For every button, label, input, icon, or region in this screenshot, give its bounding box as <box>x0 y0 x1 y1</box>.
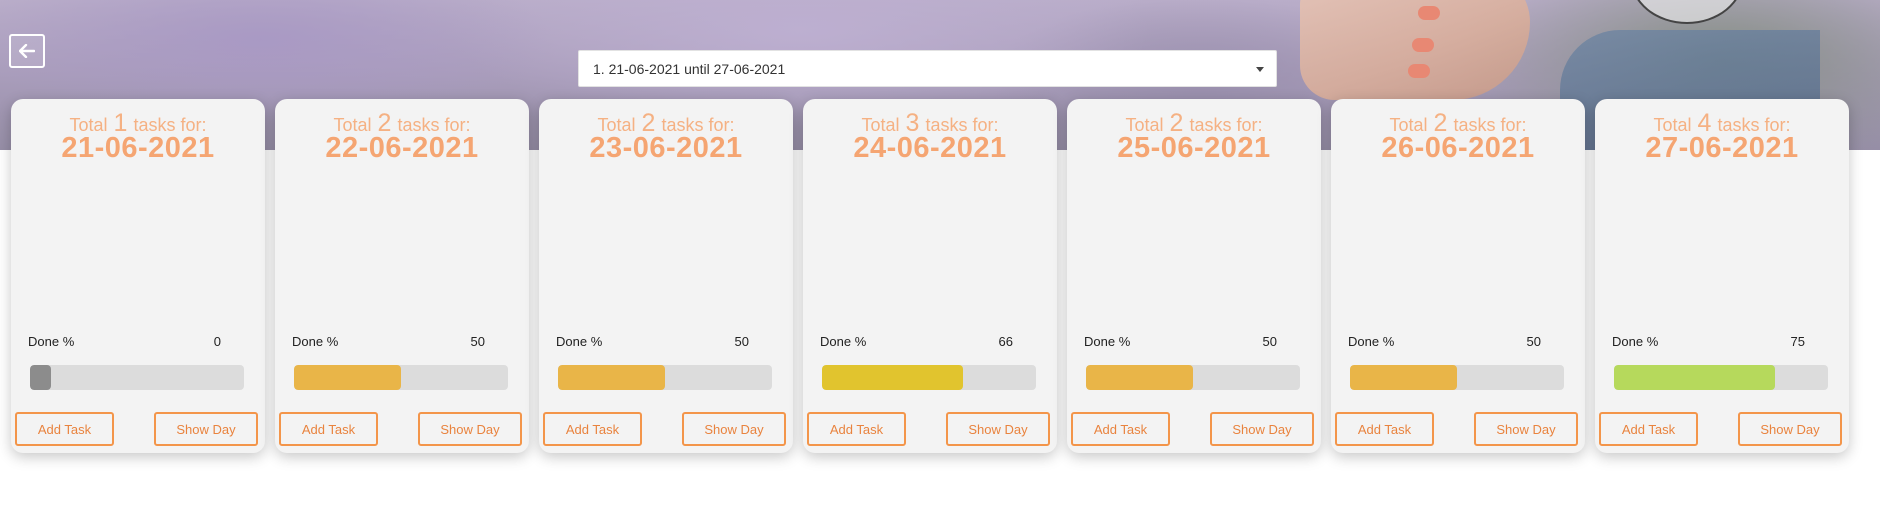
done-percent-label: Done % <box>1612 334 1659 349</box>
day-card: Total 2 tasks for: 22-06-2021 Done % 50 Add Ta… <box>275 99 529 453</box>
show-day-button[interactable]: Show Day <box>1738 412 1842 446</box>
day-date: 26-06-2021 <box>1381 132 1535 164</box>
progress-bar <box>1614 365 1828 390</box>
add-task-button[interactable]: Add Task <box>15 412 114 446</box>
back-arrow-icon <box>19 44 35 58</box>
day-card: Total 3 tasks for: 24-06-2021 Done % 66 Add Ta… <box>803 99 1057 453</box>
show-day-button[interactable]: Show Day <box>1210 412 1314 446</box>
week-select-value: 1. 21-06-2021 until 27-06-2021 <box>593 60 786 77</box>
show-day-button[interactable]: Show Day <box>946 412 1050 446</box>
day-date: 22-06-2021 <box>325 132 479 164</box>
day-date: 27-06-2021 <box>1645 132 1799 164</box>
done-percent-label: Done % <box>820 334 867 349</box>
progress-bar-fill <box>30 365 52 390</box>
day-date: 24-06-2021 <box>853 132 1007 164</box>
show-day-button[interactable]: Show Day <box>418 412 522 446</box>
progress-bar-fill <box>1086 365 1193 390</box>
progress-bar-fill <box>294 365 401 390</box>
progress-bar <box>1086 365 1300 390</box>
done-percent-label: Done % <box>556 334 603 349</box>
progress-bar <box>294 365 508 390</box>
day-card: Total 1 tasks for: 21-06-2021 Done % 0 Add Tas… <box>11 99 265 453</box>
done-percent-value: 50 <box>1262 334 1277 349</box>
progress-bar <box>558 365 772 390</box>
day-card: Total 2 tasks for: 25-06-2021 Done % 50 Add Ta… <box>1067 99 1321 453</box>
show-day-button[interactable]: Show Day <box>154 412 258 446</box>
progress-bar-fill <box>558 365 665 390</box>
done-percent-value: 50 <box>470 334 485 349</box>
day-card: Total 2 tasks for: 26-06-2021 Done % 50 Add Ta… <box>1331 99 1585 453</box>
progress-bar-fill <box>822 365 964 390</box>
add-task-button[interactable]: Add Task <box>543 412 642 446</box>
background-nail <box>1408 64 1430 78</box>
done-percent-value: 0 <box>213 334 221 349</box>
done-percent-value: 50 <box>1526 334 1541 349</box>
add-task-button[interactable]: Add Task <box>1335 412 1434 446</box>
done-percent-label: Done % <box>1348 334 1395 349</box>
done-percent-value: 66 <box>998 334 1013 349</box>
done-percent-label: Done % <box>1084 334 1131 349</box>
back-button[interactable] <box>9 34 45 68</box>
done-percent-value: 75 <box>1790 334 1805 349</box>
add-task-button[interactable]: Add Task <box>279 412 378 446</box>
chevron-down-icon <box>1256 67 1264 72</box>
progress-bar <box>30 365 244 390</box>
background-nail <box>1418 6 1440 20</box>
show-day-button[interactable]: Show Day <box>1474 412 1578 446</box>
done-percent-label: Done % <box>28 334 75 349</box>
show-day-button[interactable]: Show Day <box>682 412 786 446</box>
add-task-button[interactable]: Add Task <box>1599 412 1698 446</box>
progress-bar <box>1350 365 1564 390</box>
done-percent-value: 50 <box>734 334 749 349</box>
day-date: 25-06-2021 <box>1117 132 1271 164</box>
background-nail <box>1412 38 1434 52</box>
add-task-button[interactable]: Add Task <box>1071 412 1170 446</box>
day-card: Total 4 tasks for: 27-06-2021 Done % 75 Add Ta… <box>1595 99 1849 453</box>
day-card: Total 2 tasks for: 23-06-2021 Done % 50 Add Ta… <box>539 99 793 453</box>
week-select[interactable]: 1. 21-06-2021 until 27-06-2021 <box>578 50 1277 87</box>
progress-bar-fill <box>1614 365 1775 390</box>
done-percent-label: Done % <box>292 334 339 349</box>
progress-bar-fill <box>1350 365 1457 390</box>
background-watch <box>1630 0 1744 24</box>
add-task-button[interactable]: Add Task <box>807 412 906 446</box>
day-date: 21-06-2021 <box>61 132 215 164</box>
progress-bar <box>822 365 1036 390</box>
day-date: 23-06-2021 <box>589 132 743 164</box>
